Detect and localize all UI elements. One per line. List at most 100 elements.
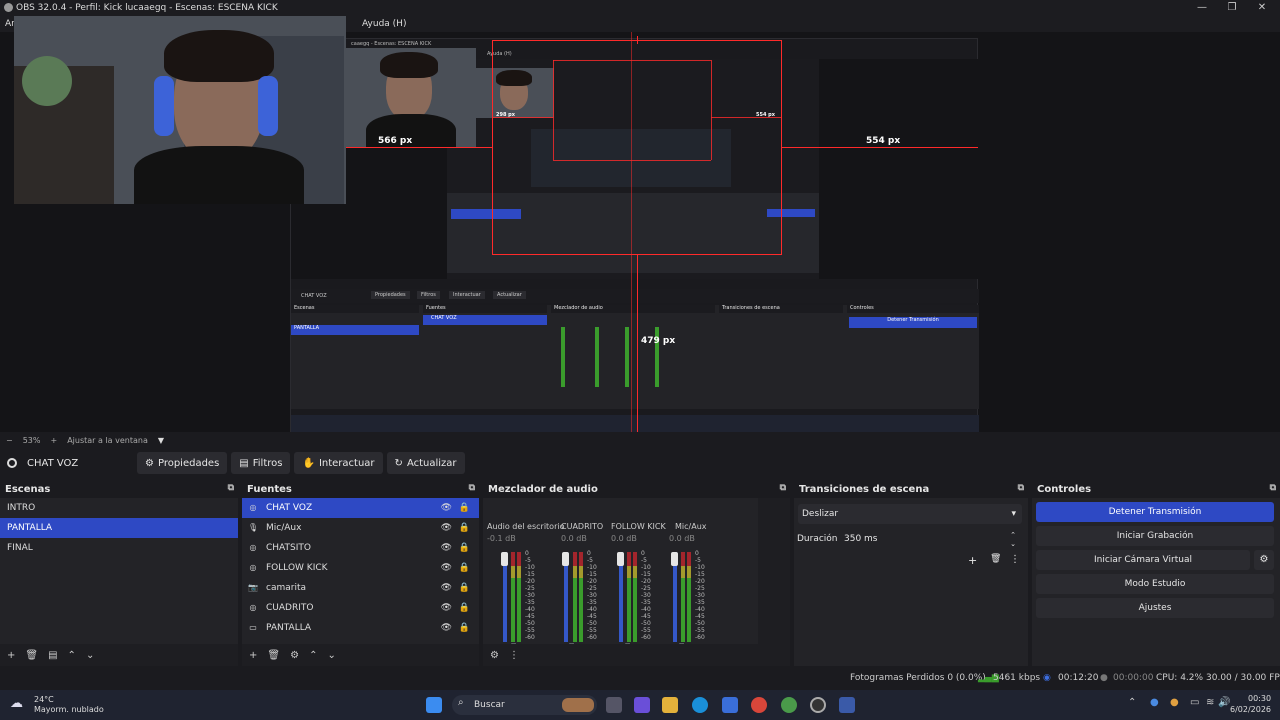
eye-icon[interactable]: 👁 xyxy=(441,623,452,633)
eye-icon[interactable]: 👁 xyxy=(441,503,452,513)
settings-button[interactable]: Ajustes xyxy=(1036,598,1274,618)
lock-icon[interactable]: 🔒 xyxy=(459,583,470,593)
volume-icon[interactable]: 🔊 xyxy=(1218,697,1230,708)
gear-icon[interactable]: ⚙ xyxy=(290,650,299,661)
file-explorer-icon[interactable] xyxy=(662,697,678,713)
transition-select[interactable]: Deslizar ▾ xyxy=(798,504,1022,524)
taskbar-search[interactable]: ⌕ Buscar xyxy=(452,695,597,715)
chevron-up-icon[interactable]: ⌃ xyxy=(68,650,76,661)
lock-icon[interactable]: 🔒 xyxy=(459,623,470,633)
obs-icon[interactable] xyxy=(810,697,826,713)
browser-icon: ◎ xyxy=(249,503,257,512)
menu-help[interactable]: Ayuda (H) xyxy=(362,19,406,29)
filter-icon[interactable]: ▤ xyxy=(48,650,57,661)
eye-icon[interactable]: 👁 xyxy=(441,563,452,573)
source-item[interactable]: ◎ CUADRITO 👁 🔒 xyxy=(242,598,479,618)
trash-icon[interactable]: 🗑 xyxy=(267,650,280,661)
spin-down-icon[interactable]: ⌄ xyxy=(1010,535,1016,553)
minimize-button[interactable]: — xyxy=(1188,0,1216,16)
filters-button[interactable]: ▤ Filtros xyxy=(231,452,291,474)
stream-time: 00:12:20 xyxy=(1058,673,1099,683)
lock-icon[interactable]: 🔒 xyxy=(459,503,470,513)
volume-knob[interactable] xyxy=(501,552,508,566)
webcam-source xyxy=(14,16,346,204)
scene-item-intro[interactable]: INTRO xyxy=(0,498,238,518)
source-item[interactable]: ◎ CHATSITO 👁 🔒 xyxy=(242,538,479,558)
source-item[interactable]: 🎙 Mic/Aux 👁 🔒 xyxy=(242,518,479,538)
dock-popout-icon[interactable]: ⧉ xyxy=(228,483,234,493)
scenes-list: INTRO PANTALLA FINAL + 🗑 ▤ ⌃ ⌄ xyxy=(0,498,238,666)
store-icon[interactable] xyxy=(722,697,738,713)
source-item[interactable]: 📷 camarita 👁 🔒 xyxy=(242,578,479,598)
stop-stream-button[interactable]: Detener Transmisión xyxy=(1036,502,1274,522)
start-recording-button[interactable]: Iniciar Grabación xyxy=(1036,526,1274,546)
scene-item-pantalla[interactable]: PANTALLA xyxy=(0,518,238,538)
zoom-fit-label[interactable]: Ajustar a la ventana xyxy=(67,436,148,445)
zoom-dropdown-icon[interactable]: ▼ xyxy=(158,436,164,445)
lock-icon[interactable]: 🔒 xyxy=(459,523,470,533)
dock-popout-icon[interactable]: ⧉ xyxy=(1018,483,1024,493)
chrome-icon[interactable] xyxy=(751,697,767,713)
copilot-icon[interactable] xyxy=(634,697,650,713)
gear-icon[interactable]: ⚙ xyxy=(490,650,499,661)
preview-canvas[interactable]: caaegq - Escenas: ESCENA KICK Ayuda (H) … xyxy=(0,16,1280,435)
eye-icon[interactable]: 👁 xyxy=(441,603,452,613)
scene-item-final[interactable]: FINAL xyxy=(0,538,238,558)
lock-icon[interactable]: 🔒 xyxy=(459,543,470,553)
refresh-button[interactable]: ↻ Actualizar xyxy=(386,452,465,474)
studio-mode-button[interactable]: Modo Estudio xyxy=(1036,574,1274,594)
virtual-camera-settings-icon[interactable]: ⚙ xyxy=(1254,550,1274,570)
add-icon[interactable]: + xyxy=(249,650,257,661)
add-icon[interactable]: + xyxy=(968,554,977,567)
mic-tray-icon[interactable]: ● xyxy=(1170,697,1179,708)
source-item[interactable]: ◎ CHAT VOZ 👁 🔒 xyxy=(242,498,479,518)
channel-db: -0.1 dB xyxy=(487,534,516,543)
source-item[interactable]: ◎ FOLLOW KICK 👁 🔒 xyxy=(242,558,479,578)
interact-button[interactable]: ✋ Interactuar xyxy=(294,452,383,474)
close-button[interactable]: ✕ xyxy=(1248,0,1276,16)
lock-icon[interactable]: 🔒 xyxy=(459,563,470,573)
edge-icon[interactable] xyxy=(692,697,708,713)
lock-icon[interactable]: 🔒 xyxy=(459,603,470,613)
properties-button[interactable]: ⚙ Propiedades xyxy=(137,452,228,474)
zoom-in-button[interactable]: + xyxy=(50,436,57,445)
gear-icon: ⚙ xyxy=(145,457,154,469)
dock-popout-icon[interactable]: ⧉ xyxy=(780,483,786,493)
volume-knob[interactable] xyxy=(617,552,624,566)
trash-icon[interactable]: 🗑 xyxy=(25,650,38,661)
start-virtual-camera-button[interactable]: Iniciar Cámara Virtual xyxy=(1036,550,1250,570)
weather-icon[interactable]: ☁ xyxy=(10,696,28,712)
kebab-menu-icon[interactable]: ⋮ xyxy=(1010,554,1020,565)
eye-icon[interactable]: 👁 xyxy=(441,523,452,533)
clock-date: 6/02/2026 xyxy=(1230,705,1272,714)
add-icon[interactable]: + xyxy=(7,650,15,661)
chrome-profile-icon[interactable] xyxy=(781,697,797,713)
dock-popout-icon[interactable]: ⧉ xyxy=(1270,483,1276,493)
monitor-tray-icon[interactable]: ▭ xyxy=(1190,697,1199,708)
channel-name: FOLLOW KICK xyxy=(611,522,666,531)
channel-db: 0.0 dB xyxy=(669,534,695,543)
source-item[interactable]: ▭ PANTALLA 👁 🔒 xyxy=(242,618,479,638)
app-icon[interactable] xyxy=(839,697,855,713)
volume-knob[interactable] xyxy=(562,552,569,566)
monitor-icon: ▭ xyxy=(249,623,257,632)
zoom-out-button[interactable]: − xyxy=(6,436,13,445)
duration-input[interactable]: 350 ms ⌃ ⌄ xyxy=(840,530,1022,548)
chevron-up-icon[interactable]: ⌃ xyxy=(1128,697,1136,708)
chevron-up-icon[interactable]: ⌃ xyxy=(309,650,317,661)
duration-label: Duración xyxy=(797,534,838,544)
chevron-down-icon[interactable]: ⌄ xyxy=(86,650,94,661)
eye-icon[interactable]: 👁 xyxy=(441,543,452,553)
maximize-button[interactable]: ❐ xyxy=(1218,0,1246,16)
task-view-icon[interactable] xyxy=(606,697,622,713)
windows-start-icon[interactable] xyxy=(426,697,442,713)
volume-knob[interactable] xyxy=(671,552,678,566)
chevron-down-icon[interactable]: ⌄ xyxy=(327,650,335,661)
tray-app-icon[interactable]: ● xyxy=(1150,697,1159,708)
eye-icon[interactable]: 👁 xyxy=(441,583,452,593)
window-title: OBS 32.0.4 - Perfil: Kick lucaaegq - Esc… xyxy=(16,3,278,13)
wifi-icon[interactable]: ≋ xyxy=(1206,697,1214,708)
kebab-menu-icon[interactable]: ⋮ xyxy=(509,650,519,661)
trash-icon[interactable]: 🗑 xyxy=(990,554,1001,564)
dock-popout-icon[interactable]: ⧉ xyxy=(469,483,475,493)
